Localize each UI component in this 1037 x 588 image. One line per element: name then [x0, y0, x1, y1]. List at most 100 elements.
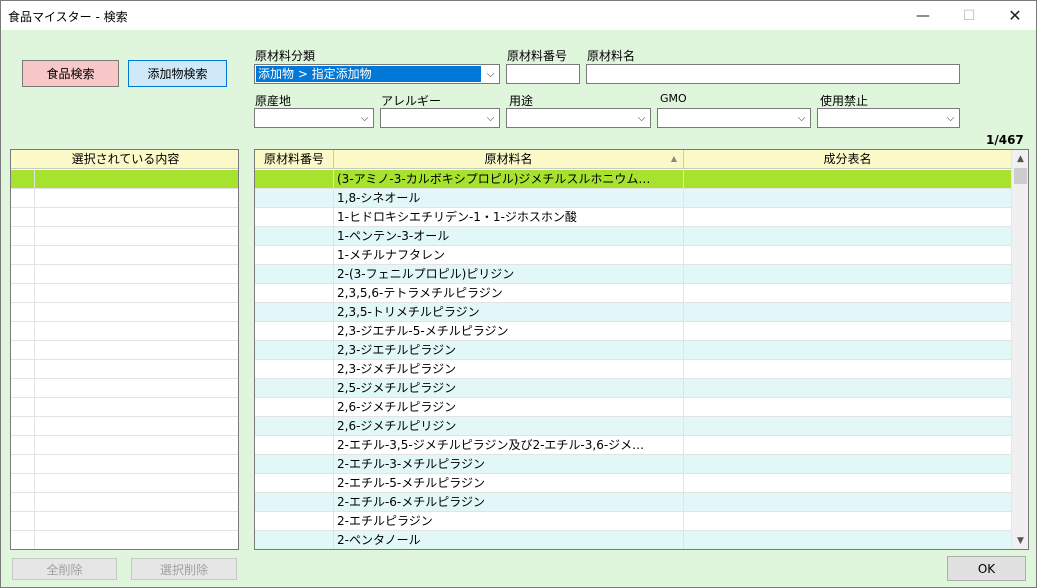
cell-name: 2,5-ジメチルピラジン: [334, 379, 684, 397]
column-header-name[interactable]: 原材料名 ▲: [334, 150, 684, 169]
cell-marker: [11, 208, 35, 226]
table-row[interactable]: 1-ペンテン-3-オール: [255, 227, 1011, 246]
table-row[interactable]: 2-エチルピラジン: [255, 512, 1011, 531]
table-row[interactable]: 2,3-ジエチルピラジン: [255, 341, 1011, 360]
list-item[interactable]: [11, 246, 238, 265]
table-row[interactable]: 2,3,5,6-テトラメチルピラジン: [255, 284, 1011, 303]
chevron-down-icon[interactable]: ⌵: [942, 109, 959, 127]
list-item[interactable]: [11, 379, 238, 398]
table-row[interactable]: 2,3-ジメチルピラジン: [255, 360, 1011, 379]
cell-number: [255, 379, 334, 397]
table-row[interactable]: 2,3,5-トリメチルピラジン: [255, 303, 1011, 322]
ok-button[interactable]: OK: [947, 556, 1026, 581]
table-row[interactable]: 2-エチル-3,5-ジメチルピラジン及び2-エチル-3,6-ジメ…: [255, 436, 1011, 455]
list-item[interactable]: [11, 303, 238, 322]
cell-content: [35, 303, 238, 321]
table-row[interactable]: 2-ペンタノール: [255, 531, 1011, 549]
table-row[interactable]: 2-エチル-6-メチルピラジン: [255, 493, 1011, 512]
list-item[interactable]: [11, 208, 238, 227]
category-select[interactable]: 添加物 > 指定添加物 ⌵: [254, 64, 500, 84]
cell-marker: [11, 474, 35, 492]
cell-content: [35, 493, 238, 511]
column-header-number[interactable]: 原材料番号: [255, 150, 334, 169]
delete-selected-button[interactable]: 選択削除: [131, 558, 237, 580]
column-header-component[interactable]: 成分表名: [684, 150, 1011, 169]
title-bar: 食品マイスター - 検索 — ☐ ✕: [1, 1, 1036, 30]
down-arrow-icon[interactable]: ▼: [1012, 532, 1028, 549]
selected-list-header: 選択されている内容: [11, 150, 238, 169]
clear-all-button[interactable]: 全削除: [12, 558, 117, 580]
cell-component: [684, 398, 1011, 416]
list-item[interactable]: [11, 474, 238, 493]
table-row[interactable]: 1-ヒドロキシエチリデン-1・1-ジホスホン酸: [255, 208, 1011, 227]
gmo-select[interactable]: ⌵: [657, 108, 811, 128]
close-button[interactable]: ✕: [992, 1, 1037, 30]
table-row[interactable]: (3-アミノ-3-カルボキシプロピル)ジメチルスルホニウム…: [255, 170, 1011, 189]
cell-number: [255, 246, 334, 264]
chevron-down-icon[interactable]: ⌵: [793, 109, 810, 127]
list-item[interactable]: [11, 284, 238, 303]
table-row[interactable]: 2-エチル-5-メチルピラジン: [255, 474, 1011, 493]
list-item[interactable]: [11, 455, 238, 474]
cell-number: [255, 170, 334, 188]
minimize-button[interactable]: —: [900, 1, 946, 30]
cell-name: 2,3-ジエチル-5-メチルピラジン: [334, 322, 684, 340]
list-item[interactable]: [11, 493, 238, 512]
prohibited-select[interactable]: ⌵: [817, 108, 960, 128]
list-item[interactable]: [11, 227, 238, 246]
name-input[interactable]: [586, 64, 960, 84]
up-arrow-icon[interactable]: ▲: [1012, 150, 1028, 167]
table-row[interactable]: 2-エチル-3-メチルピラジン: [255, 455, 1011, 474]
chevron-down-icon[interactable]: ⌵: [482, 109, 499, 127]
cell-name: 2,3-ジエチルピラジン: [334, 341, 684, 359]
cell-content: [35, 436, 238, 454]
selected-list[interactable]: 選択されている内容: [10, 149, 239, 550]
list-item[interactable]: [11, 360, 238, 379]
table-row[interactable]: 1-メチルナフタレン: [255, 246, 1011, 265]
cell-component: [684, 531, 1011, 549]
allergy-label: アレルギー: [381, 94, 442, 108]
cell-name: 1,8-シネオール: [334, 189, 684, 207]
table-row[interactable]: 2-(3-フェニルプロピル)ピリジン: [255, 265, 1011, 284]
cell-marker: [11, 303, 35, 321]
table-row[interactable]: 2,6-ジメチルピラジン: [255, 398, 1011, 417]
table-row[interactable]: 2,3-ジエチル-5-メチルピラジン: [255, 322, 1011, 341]
chevron-down-icon[interactable]: ⌵: [482, 65, 499, 83]
list-item[interactable]: [11, 189, 238, 208]
chevron-down-icon[interactable]: ⌵: [633, 109, 650, 127]
cell-content: [35, 474, 238, 492]
list-item[interactable]: [11, 436, 238, 455]
cell-marker: [11, 341, 35, 359]
list-item[interactable]: [11, 170, 238, 189]
cell-marker: [11, 493, 35, 511]
results-grid[interactable]: 原材料番号 原材料名 ▲ 成分表名 (3-アミノ-3-カルボキシプロピル)ジメチ…: [254, 149, 1029, 550]
list-item[interactable]: [11, 398, 238, 417]
scroll-thumb[interactable]: [1014, 168, 1027, 184]
list-item[interactable]: [11, 265, 238, 284]
list-item[interactable]: [11, 322, 238, 341]
table-row[interactable]: 1,8-シネオール: [255, 189, 1011, 208]
cell-content: [35, 246, 238, 264]
cell-name: 2-エチル-6-メチルピラジン: [334, 493, 684, 511]
maximize-button[interactable]: ☐: [946, 1, 992, 30]
food-search-button[interactable]: 食品検索: [22, 60, 119, 87]
list-item[interactable]: [11, 341, 238, 360]
table-row[interactable]: 2,5-ジメチルピラジン: [255, 379, 1011, 398]
cell-component: [684, 474, 1011, 492]
list-item[interactable]: [11, 512, 238, 531]
table-row[interactable]: 2,6-ジメチルピリジン: [255, 417, 1011, 436]
additive-search-button[interactable]: 添加物検索: [128, 60, 227, 87]
cell-name: 1-メチルナフタレン: [334, 246, 684, 264]
cell-number: [255, 227, 334, 245]
cell-number: [255, 284, 334, 302]
allergy-select[interactable]: ⌵: [380, 108, 500, 128]
cell-content: [35, 455, 238, 473]
number-input[interactable]: [506, 64, 580, 84]
origin-value: [256, 110, 355, 126]
usage-select[interactable]: ⌵: [506, 108, 651, 128]
vertical-scrollbar[interactable]: ▲ ▼: [1011, 150, 1028, 549]
list-item[interactable]: [11, 531, 238, 549]
chevron-down-icon[interactable]: ⌵: [356, 109, 373, 127]
list-item[interactable]: [11, 417, 238, 436]
origin-select[interactable]: ⌵: [254, 108, 374, 128]
